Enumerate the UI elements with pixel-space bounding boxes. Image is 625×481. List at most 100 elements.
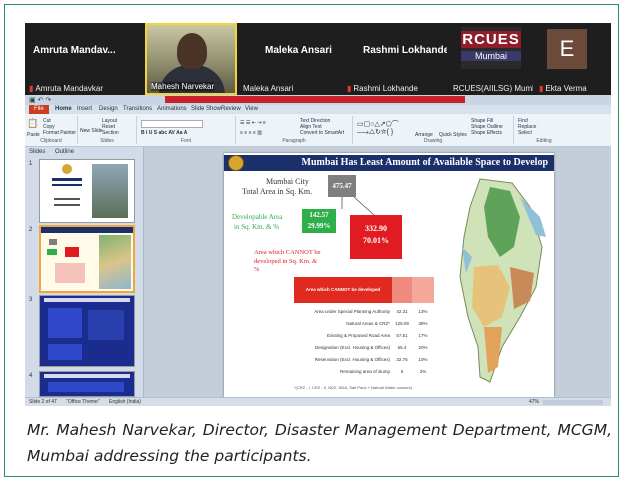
row-value: 57.51: [396, 333, 408, 338]
participant-label: ▮ Ekta Verma: [539, 84, 587, 93]
participant-video-tile[interactable]: Mahesh Narvekar: [145, 23, 237, 95]
group-label: Clipboard: [40, 138, 62, 144]
slide-thumbnail-selected[interactable]: [39, 225, 135, 293]
convert-smartart-button[interactable]: Convert to SmartArt: [300, 130, 344, 136]
tab-review[interactable]: Review: [221, 105, 241, 114]
participant-tile[interactable]: Amruta Mandav... ▮ Amruta Mandavkar: [25, 23, 143, 95]
tab-insert[interactable]: Insert: [77, 105, 92, 114]
tab-file[interactable]: File: [29, 105, 49, 114]
row-percent: 10%: [418, 357, 428, 362]
thumb-text-line: [52, 184, 82, 186]
thumb-title-bar: [44, 374, 130, 378]
table-row: Remaining area of slump 6 2%: [294, 367, 434, 376]
table-header-cell: Area which CANNOT be developed: [294, 277, 392, 303]
tab-slide-show[interactable]: Slide Show: [191, 105, 221, 114]
select-button[interactable]: Select: [518, 130, 532, 136]
participant-label: Mahesh Narvekar: [151, 82, 215, 91]
ribbon: 📋 Paste Cut Copy Format Painter Clipboar…: [25, 114, 611, 147]
thumb-number: 1: [29, 161, 33, 167]
slide-thumbnail-pane: Slides Outline 1 2 3 4: [25, 147, 144, 397]
row-percent: 2%: [419, 369, 427, 374]
mumbai-map-image: [459, 178, 546, 383]
thumb-box: [48, 308, 82, 338]
row-value: 42.31: [396, 309, 408, 314]
row-percent: 17%: [418, 333, 428, 338]
participant-label-text: Amruta Mandavkar: [35, 84, 103, 93]
table-row: Area under Special Planning Authority 42.…: [294, 307, 434, 316]
avatar: E: [547, 29, 587, 69]
tab-design[interactable]: Design: [99, 105, 118, 114]
quick-access-toolbar[interactable]: ▣ ↶ ↷: [29, 96, 51, 104]
group-slides: New Slide Layout Reset Section Slides: [78, 116, 137, 144]
row-label: Existing & Proposed Road Area: [326, 333, 390, 338]
tab-home[interactable]: Home: [55, 105, 72, 114]
thumb-text-line: [54, 204, 80, 206]
group-label: Editing: [536, 138, 552, 144]
group-paragraph: ☰ ☰ ⇤ ⇥ ≡ ≡ ≡ ≡ ≡ ▥ Text Direction Align…: [236, 116, 353, 144]
slide-canvas: Mumbai Has Least Amount of Available Spa…: [144, 147, 611, 397]
theme-name: "Office Theme": [66, 399, 100, 405]
participant-tile[interactable]: RCUES Mumbai RCUES(AIILSG) Mumbai: [449, 23, 533, 95]
bold-icon[interactable]: B I U S abc AV Aa A: [141, 130, 187, 136]
title-bar: ▣ ↶ ↷: [25, 95, 611, 105]
zoom-level: 47%: [528, 399, 539, 405]
figure-frame: Amruta Mandav... ▮ Amruta Mandavkar Mahes…: [4, 4, 619, 477]
powerpoint-window: ▣ ↶ ↷ File Home Insert Design Transition…: [25, 95, 611, 406]
thumb-text-line: [54, 198, 80, 200]
participant-tile[interactable]: Rashmi Lokhande ▮ Rashmi Lokhande: [343, 23, 447, 95]
speaker-head: [177, 33, 207, 69]
group-clipboard: 📋 Paste Cut Copy Format Painter Clipboar…: [25, 116, 78, 144]
tab-transitions[interactable]: Transitions: [123, 105, 152, 114]
table-header-cell: [392, 277, 412, 303]
bullets-icon[interactable]: ☰ ☰ ⇤ ⇥ ≡: [240, 120, 266, 126]
participant-label: RCUES(AIILSG) Mumbai: [453, 84, 533, 93]
row-value: 32.75: [396, 357, 408, 362]
format-painter-button[interactable]: Format Painter: [43, 130, 76, 136]
section-button[interactable]: Section: [102, 130, 119, 136]
group-font: B I U S abc AV Aa A Font: [137, 116, 236, 144]
row-label: Remaining area of slump: [339, 369, 390, 374]
thumb-table: [55, 263, 85, 283]
current-slide[interactable]: Mumbai Has Least Amount of Available Spa…: [224, 153, 554, 397]
tab-outline[interactable]: Outline: [55, 149, 74, 155]
new-slide-button[interactable]: New Slide: [80, 128, 103, 134]
row-label: Designation (Excl. Housing & Offices): [315, 345, 390, 350]
participant-label-text: Ekta Verma: [545, 84, 587, 93]
participant-label: ▮ Rashmi Lokhande: [347, 84, 418, 93]
group-label: Drawing: [423, 138, 443, 144]
tab-slides[interactable]: Slides: [29, 149, 45, 155]
align-icon[interactable]: ≡ ≡ ≡ ≡ ▥: [240, 130, 262, 136]
slide-thumbnail[interactable]: [39, 159, 135, 223]
thumb-box: [48, 382, 124, 392]
participant-label-text: Rashmi Lokhande: [353, 84, 418, 93]
row-label: Natural Areas & CRZ*: [346, 321, 390, 326]
participant-label-text: Mahesh Narvekar: [151, 82, 215, 91]
thumb-text-line: [52, 178, 82, 181]
ribbon-tabs: File Home Insert Design Transitions Anim…: [25, 105, 611, 114]
participant-tile[interactable]: E ▮ Ekta Verma: [535, 23, 611, 95]
paste-icon[interactable]: 📋: [27, 118, 38, 129]
tab-animations[interactable]: Animations: [157, 105, 187, 114]
row-value: 128.09: [395, 321, 409, 326]
participant-label: Maleka Ansari: [243, 84, 293, 93]
row-percent: 13%: [418, 309, 428, 314]
zoom-slider[interactable]: [543, 400, 603, 405]
map-urban-area: [510, 267, 534, 309]
participant-name: Maleka Ansari: [265, 45, 332, 56]
tab-view[interactable]: View: [245, 105, 258, 114]
thumb-box: [88, 310, 124, 340]
shape-effects-button[interactable]: Shape Effects: [471, 130, 502, 136]
slide-thumbnail[interactable]: [39, 295, 135, 367]
window-title-highlight: [165, 96, 465, 103]
shapes-gallery-row2[interactable]: ⎯⟶△↻☆{ }: [357, 128, 393, 137]
table-header-cell: [412, 277, 434, 303]
participant-tile[interactable]: Maleka Ansari Maleka Ansari: [239, 23, 341, 95]
mic-muted-icon: ▮: [29, 84, 34, 93]
mic-muted-icon: ▮: [347, 84, 352, 93]
participant-strip: Amruta Mandav... ▮ Amruta Mandavkar Mahes…: [25, 23, 611, 95]
building-image: [92, 164, 128, 218]
seal-icon: [62, 164, 72, 174]
font-name-select[interactable]: [141, 120, 203, 128]
table-row: Designation (Excl. Housing & Offices) 65.…: [294, 343, 434, 352]
slide-thumbnail[interactable]: [39, 371, 135, 397]
